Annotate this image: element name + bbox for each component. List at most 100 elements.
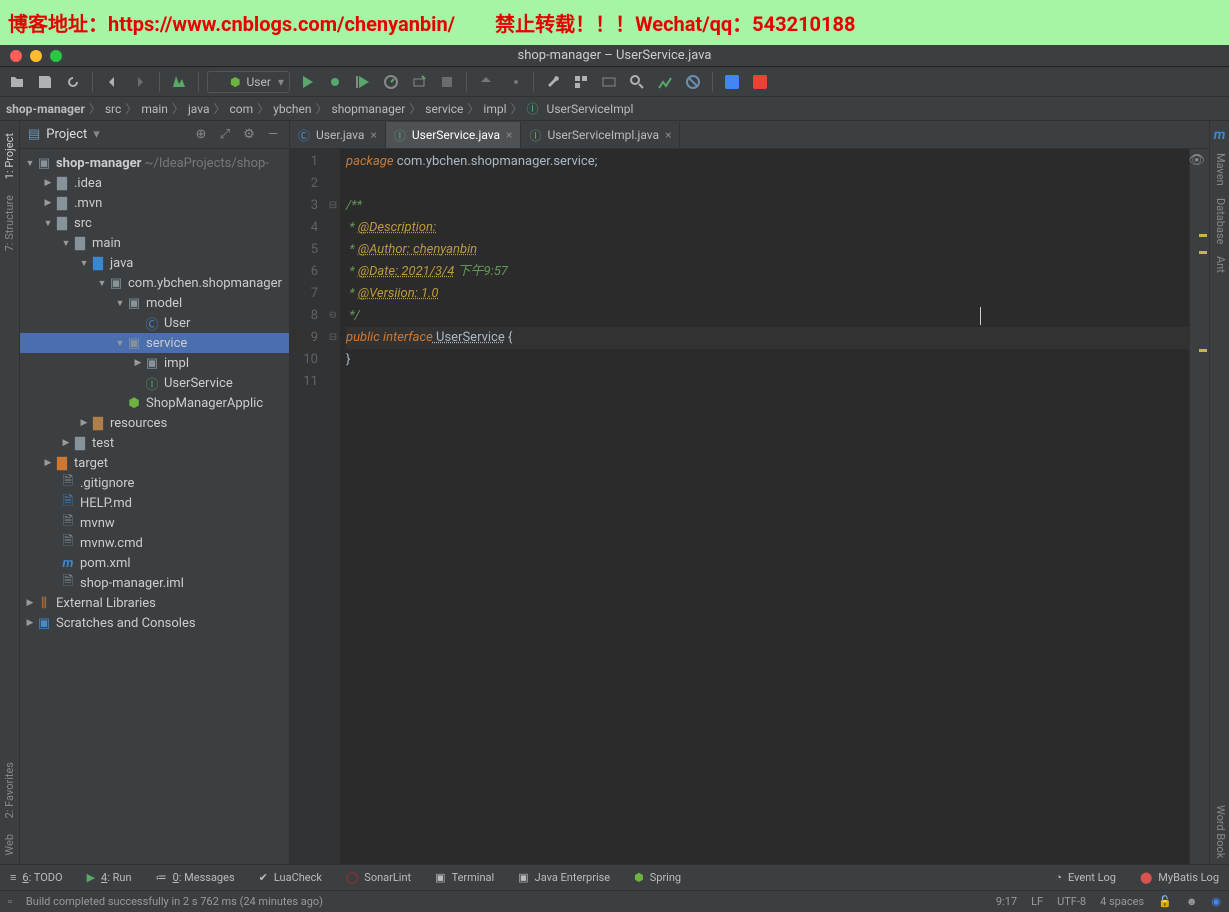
gear-icon[interactable]: ⚙	[241, 127, 257, 143]
tab-userservice-java[interactable]: ⒾUserService.java×	[386, 122, 522, 148]
crumb-8[interactable]: impl	[483, 102, 506, 116]
tree-external-libraries[interactable]: ▶⫼External Libraries	[20, 593, 289, 613]
tree-item-gitignore[interactable]: 🗎.gitignore	[20, 473, 289, 493]
maven-tool-icon[interactable]: m	[1210, 123, 1229, 147]
close-tab-icon[interactable]: ×	[665, 128, 671, 142]
profile-icon[interactable]	[380, 71, 402, 93]
status-line-sep[interactable]: LF	[1031, 895, 1043, 908]
messages-tool-button[interactable]: ≔0: Messages	[156, 871, 235, 884]
no-entry-icon[interactable]	[682, 71, 704, 93]
tree-item-package[interactable]: ▼▣com.ybchen.shopmanager	[20, 273, 289, 293]
refresh-icon[interactable]	[62, 71, 84, 93]
event-log-button[interactable]: ◔Event Log	[1055, 871, 1116, 884]
crumb-0[interactable]: shop-manager	[6, 102, 85, 116]
ide-update-icon[interactable]: ◉	[1211, 895, 1221, 908]
tree-item-src[interactable]: ▼▇src	[20, 213, 289, 233]
attach-icon[interactable]	[408, 71, 430, 93]
tool-database-button[interactable]: Database	[1210, 192, 1229, 250]
spring-tool-button[interactable]: ⬢Spring	[634, 871, 681, 884]
tab-userserviceimpl-java[interactable]: ⒾUserServiceImpl.java×	[521, 122, 680, 148]
java-ee-tool-button[interactable]: ▣Java Enterprise	[518, 871, 610, 884]
tree-item-impl[interactable]: ▶▣impl	[20, 353, 289, 373]
tree-item-mvnwcmd[interactable]: 🗎mvnw.cmd	[20, 533, 289, 553]
tree-item-model[interactable]: ▼▣model	[20, 293, 289, 313]
crumb-2[interactable]: main	[141, 102, 168, 116]
open-file-icon[interactable]	[6, 71, 28, 93]
editor-error-stripe[interactable]: 👁	[1189, 149, 1209, 864]
translate-icon[interactable]	[721, 71, 743, 93]
tool-project-button[interactable]: 1: Project	[1, 125, 18, 187]
crumb-1[interactable]: src	[105, 102, 121, 116]
tree-item-pom[interactable]: mpom.xml	[20, 553, 289, 573]
wrench-icon[interactable]	[542, 71, 564, 93]
translate-alt-icon[interactable]	[749, 71, 771, 93]
code-editor[interactable]: 1234567891011 ⊟⊖⊟ package com.ybchen.sho…	[290, 149, 1209, 864]
tree-item-idea[interactable]: ▶▇.idea	[20, 173, 289, 193]
status-encoding[interactable]: UTF-8	[1057, 895, 1086, 908]
crumb-9[interactable]: ⒾUserServiceImpl	[527, 100, 634, 117]
tree-item-user-class[interactable]: ⒸUser	[20, 313, 289, 333]
crumb-4[interactable]: com	[230, 102, 254, 116]
lock-icon[interactable]: 🔓	[1158, 895, 1172, 908]
reader-mode-icon[interactable]: 👁	[1188, 153, 1205, 168]
locate-icon[interactable]: ⊕	[193, 127, 209, 143]
status-indent[interactable]: 4 spaces	[1100, 895, 1144, 908]
close-tab-icon[interactable]: ×	[370, 128, 376, 142]
tool-wordbook-button[interactable]: Word Book	[1210, 799, 1229, 864]
statistic-icon[interactable]	[654, 71, 676, 93]
tool-favorites-button[interactable]: 2: Favorites	[1, 754, 18, 826]
tree-item-mvnw[interactable]: 🗎mvnw	[20, 513, 289, 533]
close-tab-icon[interactable]: ×	[506, 128, 512, 142]
todo-tool-button[interactable]: ≡6: TODO	[10, 871, 63, 884]
chevron-down-icon[interactable]: ▾	[93, 127, 100, 142]
project-tree[interactable]: ▼▣shop-manager ~/IdeaProjects/shop- ▶▇.i…	[20, 149, 289, 864]
save-all-icon[interactable]	[34, 71, 56, 93]
show-tools-icon[interactable]: ▫	[8, 895, 12, 908]
coverage-icon[interactable]	[352, 71, 374, 93]
crumb-5[interactable]: ybchen	[273, 102, 311, 116]
inspection-icon[interactable]: ☻	[1186, 895, 1198, 908]
terminal-tool-button[interactable]: ▣Terminal	[435, 871, 494, 884]
run-tool-button[interactable]: ▶4: Run	[87, 871, 132, 884]
hide-panel-icon[interactable]: —	[265, 127, 281, 143]
tree-item-help[interactable]: 🗎HELP.md	[20, 493, 289, 513]
tool-structure-button[interactable]: 7: Structure	[1, 187, 18, 259]
tree-item-app[interactable]: ⬢ShopManagerApplic	[20, 393, 289, 413]
forward-nav-icon[interactable]	[129, 71, 151, 93]
tree-item-resources[interactable]: ▶▇resources	[20, 413, 289, 433]
run-config-selector[interactable]: ⬢ User	[207, 71, 290, 93]
run-icon[interactable]	[296, 71, 318, 93]
tree-scratches[interactable]: ▶▣Scratches and Consoles	[20, 613, 289, 633]
tree-item-service[interactable]: ▼▣service	[20, 333, 289, 353]
build-icon[interactable]	[168, 71, 190, 93]
project-structure-icon[interactable]	[570, 71, 592, 93]
crumb-3[interactable]: java	[188, 102, 210, 116]
sdk-icon[interactable]	[598, 71, 620, 93]
search-icon[interactable]	[626, 71, 648, 93]
git-update-icon[interactable]	[475, 71, 497, 93]
tree-item-java[interactable]: ▼▇java	[20, 253, 289, 273]
tree-item-main[interactable]: ▼▇main	[20, 233, 289, 253]
stop-icon[interactable]	[436, 71, 458, 93]
back-nav-icon[interactable]	[101, 71, 123, 93]
crumb-6[interactable]: shopmanager	[332, 102, 406, 116]
expand-icon[interactable]: ⤢	[217, 127, 233, 143]
tool-maven-button[interactable]: Maven	[1210, 147, 1229, 192]
panel-title-label[interactable]: Project	[46, 127, 87, 142]
sonarlint-tool-button[interactable]: ◯SonarLint	[346, 871, 411, 884]
tree-root[interactable]: ▼▣shop-manager ~/IdeaProjects/shop-	[20, 153, 289, 173]
tool-web-button[interactable]: Web	[1, 826, 18, 864]
code-content[interactable]: package com.ybchen.shopmanager.service; …	[340, 149, 1189, 864]
tree-item-target[interactable]: ▶▇target	[20, 453, 289, 473]
tool-ant-button[interactable]: Ant	[1210, 250, 1229, 279]
debug-icon[interactable]	[324, 71, 346, 93]
tree-item-mvn[interactable]: ▶▇.mvn	[20, 193, 289, 213]
git-commit-icon[interactable]	[503, 71, 525, 93]
tree-item-iml[interactable]: 🗎shop-manager.iml	[20, 573, 289, 593]
status-position[interactable]: 9:17	[996, 895, 1017, 908]
luacheck-tool-button[interactable]: ✔LuaCheck	[259, 871, 322, 884]
fold-gutter[interactable]: ⊟⊖⊟	[326, 149, 340, 864]
mybatis-log-button[interactable]: ⬤MyBatis Log	[1140, 871, 1219, 884]
tree-item-userservice[interactable]: ⒾUserService	[20, 373, 289, 393]
tree-item-test[interactable]: ▶▇test	[20, 433, 289, 453]
